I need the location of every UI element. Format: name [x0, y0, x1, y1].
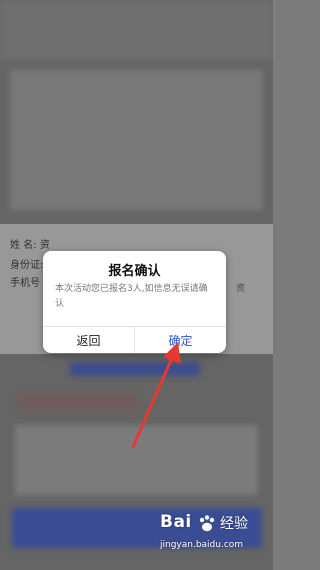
dialog-title: 报名确认 — [108, 264, 161, 279]
confirm-dialog: 报名确认 本次活动您已报名3人,如信息无误请确认 返回 确定 — [43, 251, 226, 353]
dialog-buttons: 返回 确定 — [43, 326, 226, 353]
paw-icon — [199, 515, 215, 532]
watermark-url: jingyan.baidu.com — [160, 540, 244, 550]
dialog-message: 本次活动您已报名3人,如信息无误请确认 — [55, 284, 208, 309]
back-button[interactable]: 返回 — [43, 327, 135, 353]
confirm-button[interactable]: 确定 — [135, 327, 226, 353]
watermark-logo: Bai — [160, 512, 192, 532]
watermark-suffix: 经验 — [220, 516, 248, 532]
baidu-watermark: Bai 经验 jingyan.baidu.com — [160, 512, 270, 568]
